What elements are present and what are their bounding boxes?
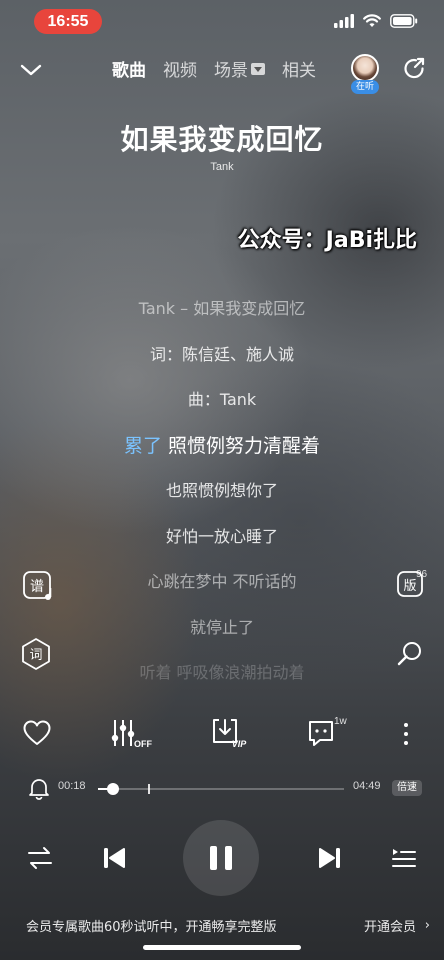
song-title: 如果我变成回忆	[120, 123, 324, 156]
tab-related-label: 相关	[282, 61, 316, 81]
battery-icon	[390, 14, 418, 28]
lyric-sung-part: 累了	[123, 434, 162, 457]
lyrics-poster-label: 词	[29, 648, 42, 663]
search-lyrics-button[interactable]	[394, 638, 426, 670]
chevron-down-icon	[20, 64, 42, 76]
alarm-button[interactable]	[28, 776, 50, 800]
wifi-icon	[363, 14, 381, 28]
progress-knob[interactable]	[107, 783, 120, 795]
player-screen: 16:55 歌曲 视频 场景 相关 在听 如果我变成回忆 Tank 公众号：Ja…	[0, 0, 444, 960]
playlist-button[interactable]	[390, 844, 418, 872]
status-bar: 16:55	[0, 0, 444, 44]
skip-previous-icon	[104, 848, 125, 868]
action-bar: OFF VIP	[0, 716, 444, 752]
play-mode-button[interactable]	[26, 844, 54, 872]
comment-count-badge: 1w	[334, 716, 347, 727]
download-button[interactable]: VIP	[210, 716, 250, 752]
lyric-line: 好怕一放心睡了	[165, 526, 278, 546]
download-vip-label: VIP	[232, 739, 248, 749]
progress-row: 00:18 04:49 倍速	[0, 776, 444, 800]
watermark-text: 公众号：JaBi扎比	[237, 228, 417, 253]
heart-icon	[23, 720, 51, 745]
status-time: 16:55	[34, 9, 102, 34]
player-header: 歌曲 视频 场景 相关 在听	[0, 48, 444, 94]
song-artist[interactable]: Tank	[0, 161, 444, 173]
next-button[interactable]	[316, 844, 344, 872]
search-icon	[397, 642, 421, 666]
sound-effect-label: OFF	[134, 739, 152, 749]
previous-button[interactable]	[100, 844, 128, 872]
favorite-button[interactable]	[22, 716, 52, 752]
nav-tabs: 歌曲 视频 场景 相关	[112, 56, 316, 81]
sheet-music-label: 谱	[30, 579, 44, 595]
shuffle-order-icon	[28, 847, 52, 869]
lyric-line: 听着 呼吸像浪潮拍动着	[139, 663, 305, 682]
lyrics-poster-button[interactable]: 词	[18, 636, 54, 672]
status-icons	[334, 14, 418, 28]
home-indicator	[143, 945, 301, 950]
skip-next-icon	[319, 848, 340, 868]
share-icon	[404, 57, 425, 79]
version-label: 版	[403, 579, 416, 594]
signal-icon	[334, 14, 354, 28]
trial-end-marker	[147, 784, 150, 794]
tab-song-label: 歌曲	[112, 61, 146, 81]
download-icon: VIP	[213, 719, 248, 749]
tab-scene[interactable]: 场景	[214, 56, 265, 81]
version-count-badge: 96	[416, 569, 428, 580]
chevron-right-icon: ›	[424, 918, 430, 933]
sheet-music-button[interactable]: 谱	[22, 570, 54, 602]
tab-video[interactable]: 视频	[163, 56, 197, 81]
more-options-button[interactable]	[396, 716, 416, 752]
total-duration: 04:49	[353, 780, 381, 792]
sheet-music-icon: 谱	[23, 571, 52, 600]
playback-speed-button[interactable]: 倍速	[392, 780, 422, 796]
lyric-line: 词：陈信廷、施人诚	[149, 344, 294, 364]
avatar	[351, 54, 379, 82]
vip-trial-text: 会员专属歌曲60秒试听中，开通畅享完整版	[26, 920, 277, 935]
comment-icon	[309, 721, 333, 746]
pause-icon	[210, 846, 232, 870]
collapse-button[interactable]	[18, 58, 44, 82]
tab-scene-label: 场景	[214, 61, 248, 81]
playlist-icon	[392, 849, 416, 867]
lyric-line: 曲：Tank	[187, 390, 257, 409]
sound-effect-button[interactable]: OFF	[110, 716, 154, 752]
lyrics-poster-icon: 词	[22, 638, 50, 670]
play-pause-button[interactable]	[183, 820, 259, 896]
vip-upgrade-link[interactable]: 开通会员	[364, 916, 416, 935]
tab-song[interactable]: 歌曲	[112, 56, 146, 81]
bell-icon	[29, 779, 49, 800]
progress-slider[interactable]	[98, 783, 344, 795]
listening-badge: 在听	[351, 80, 379, 94]
listening-avatar[interactable]: 在听	[351, 54, 379, 94]
more-vertical-icon	[404, 723, 408, 745]
share-button[interactable]	[402, 56, 428, 82]
lyric-line: 心跳在梦中 不听话的	[147, 572, 297, 591]
equalizer-icon: OFF	[111, 720, 152, 749]
tab-related[interactable]: 相关	[282, 56, 316, 81]
lyric-line: 也照惯例想你了	[165, 481, 278, 500]
comment-button[interactable]	[306, 716, 336, 752]
tab-video-label: 视频	[163, 61, 197, 81]
playback-controls	[0, 818, 444, 898]
elapsed-time: 00:18	[58, 780, 86, 792]
lyric-rest-part: 照惯例努力清醒着	[161, 434, 321, 457]
lyric-line-current: 累了 照惯例努力清醒着	[0, 429, 444, 475]
dropdown-caret-icon	[251, 62, 265, 75]
lyric-line: Tank – 如果我变成回忆	[138, 299, 306, 318]
vip-trial-banner[interactable]: 会员专属歌曲60秒试听中，开通畅享完整版 开通会员 ›	[0, 910, 444, 940]
lyric-line: 就停止了	[189, 617, 254, 637]
lyrics-panel[interactable]: Tank – 如果我变成回忆 词：陈信廷、施人诚 曲：Tank 累了 照惯例努力…	[0, 292, 444, 702]
